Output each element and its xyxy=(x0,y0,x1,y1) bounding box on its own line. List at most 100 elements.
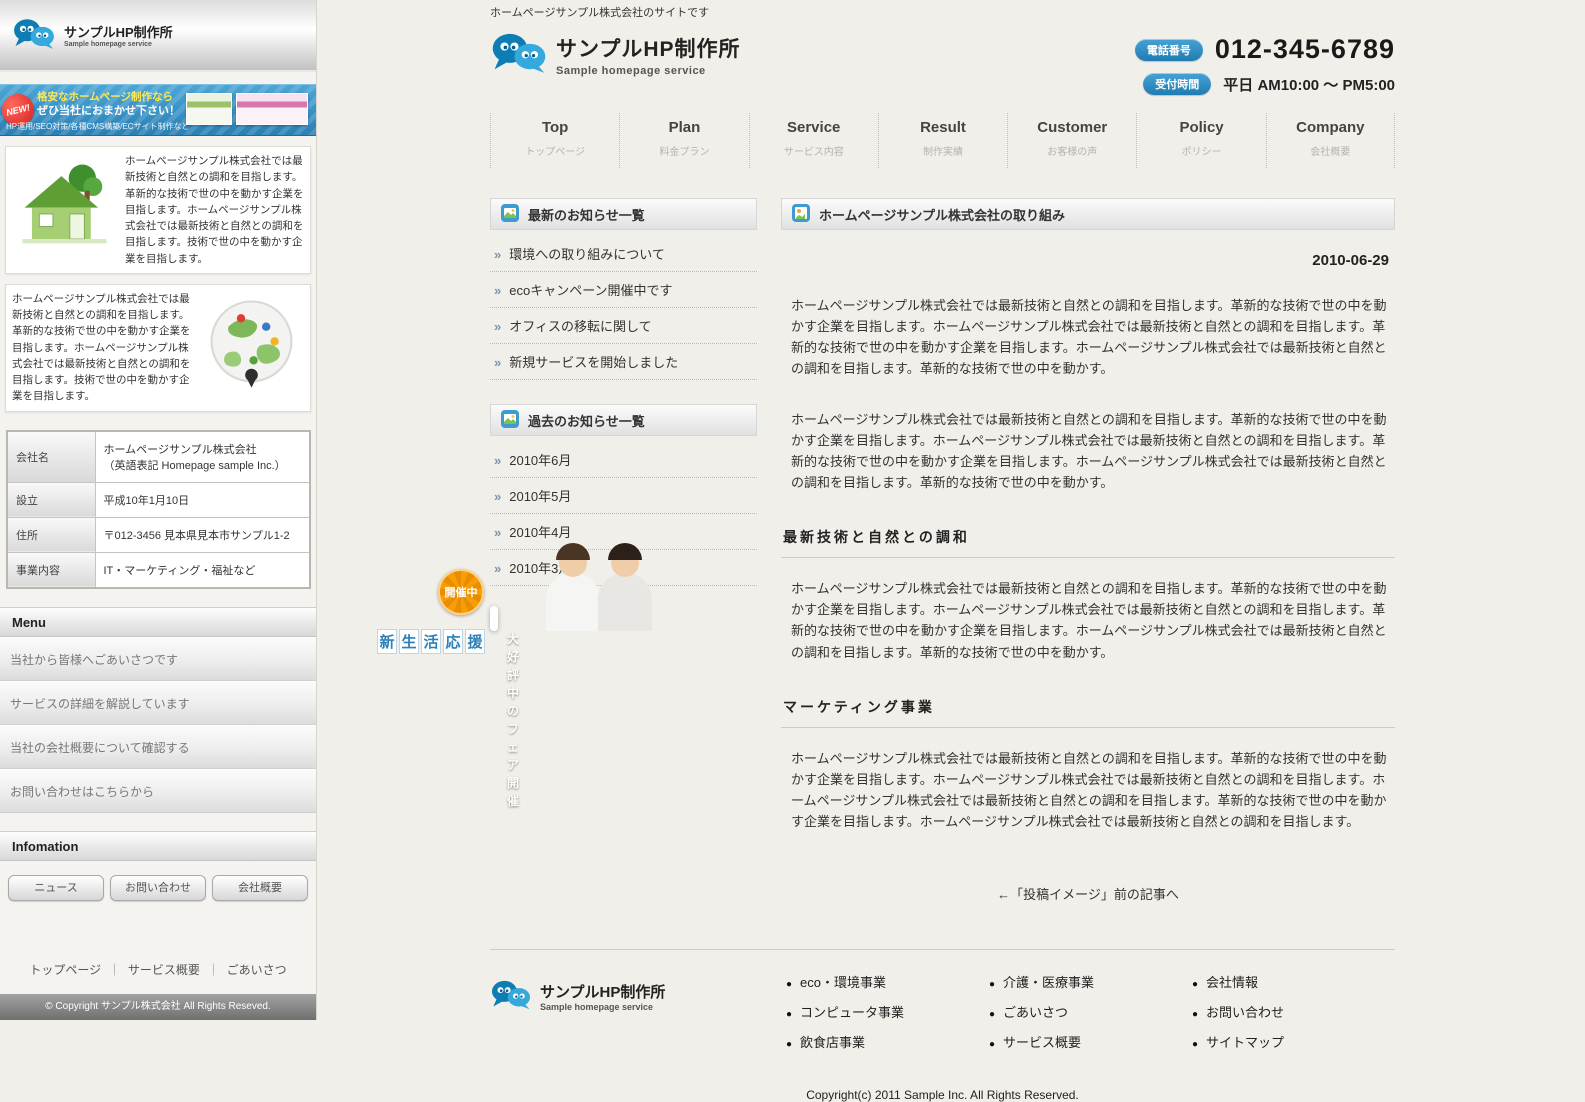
sidebar-link-greeting[interactable]: ごあいさつ xyxy=(227,963,287,977)
list-item: ● 飲食店事業 xyxy=(786,1032,989,1051)
news-link[interactable]: オフィスの移転に関して xyxy=(509,316,651,335)
ad-services-list: HP運用/SEO対策/各種CMS構築/ECサイト制作など xyxy=(6,121,190,132)
bullet-icon: ● xyxy=(989,1009,995,1020)
header-logo[interactable]: サンプルHP制作所 Sample homepage service xyxy=(490,30,741,79)
separator: ｜ xyxy=(109,963,121,977)
sidebar-intro-box-2: ホームページサンプル株式会社では最新技術と自然との調和を目指します。革新的な技術… xyxy=(5,284,311,412)
footer-link[interactable]: ごあいさつ xyxy=(1003,1002,1068,1021)
brand-logo-icon xyxy=(490,30,548,79)
footer-links-col-2: ● 介護・医療事業 ● ごあいさつ ● サービス概要 xyxy=(989,972,1192,1062)
sidebar-link-top[interactable]: トップページ xyxy=(29,963,101,977)
table-row: 事業内容 IT・マーケティング・福祉など xyxy=(7,552,310,588)
footer-link[interactable]: eco・環境事業 xyxy=(800,972,886,991)
business-label: 事業内容 xyxy=(7,552,95,588)
article-header: ホームページサンプル株式会社の取り組み xyxy=(781,198,1395,230)
bullet-icon: ● xyxy=(786,1009,792,1020)
ad-thumbnails xyxy=(186,93,308,125)
archive-link[interactable]: 2010年6月 xyxy=(509,450,571,469)
main-area: ホームページサンプル株式会社のサイトです サンプルHP制作所 Sample ho… xyxy=(490,0,1395,1102)
sidebar-menu-item-contact[interactable]: お問い合わせはこちらから xyxy=(0,769,316,813)
article-column: ホームページサンプル株式会社の取り組み 2010-06-29 ホームページサンプ… xyxy=(781,198,1395,913)
sidebar-copyright: © Copyright サンプル株式会社 All Rights Reseved. xyxy=(0,994,316,1020)
double-chevron-icon: » xyxy=(494,561,501,576)
footer-link[interactable]: コンピュータ事業 xyxy=(800,1002,904,1021)
news-button[interactable]: ニュース xyxy=(8,875,104,901)
brand-name: サンプルHP制作所 xyxy=(556,33,741,63)
campaign-banner[interactable]: 大好評中の フェア開催 新 生 活 応 援 開催中 xyxy=(490,606,498,631)
footer-link[interactable]: 介護・医療事業 xyxy=(1003,972,1094,991)
sidebar-logo[interactable]: サンプルHP制作所 Sample homepage service xyxy=(0,0,316,72)
address-value: 〒012-3456 見本県見本市サンプル1-2 xyxy=(95,517,310,552)
ad-thumbnail-green xyxy=(186,93,232,125)
nav-item-company[interactable]: Company 会社概要 xyxy=(1266,113,1395,168)
prev-post-link[interactable]: ←「投稿イメージ」前の記事へ xyxy=(997,887,1179,902)
nav-item-result[interactable]: Result 制作実績 xyxy=(878,113,1007,168)
nav-item-customer[interactable]: Customer お客様の声 xyxy=(1007,113,1136,168)
list-item: »2010年5月 xyxy=(490,478,757,514)
company-button[interactable]: 会社概要 xyxy=(212,875,308,901)
globe-image xyxy=(199,291,304,396)
footer-link[interactable]: サイトマップ xyxy=(1206,1032,1284,1051)
information-buttons: ニュース お問い合わせ 会社概要 xyxy=(0,861,316,907)
article-paragraph: ホームページサンプル株式会社では最新技術と自然との調和を目指します。革新的な技術… xyxy=(791,578,1391,662)
notice-icon xyxy=(500,203,520,226)
notices-column: 最新のお知らせ一覧 »環境への取り組みについて »ecoキャンペーン開催中です … xyxy=(490,198,757,913)
company-info-table: 会社名 ホームページサンプル株式会社 （英語表記 Homepage sample… xyxy=(6,430,311,589)
sidebar-menu-item-greeting[interactable]: 当社から皆様へごあいさつです xyxy=(0,637,316,681)
nav-item-service[interactable]: Service サービス内容 xyxy=(749,113,878,168)
nav-item-top[interactable]: Top トップページ xyxy=(490,113,619,168)
sidebar-brand-tagline: Sample homepage service xyxy=(64,41,173,48)
list-item: ● 介護・医療事業 xyxy=(989,972,1192,991)
latest-news-header: 最新のお知らせ一覧 xyxy=(490,198,757,230)
footer-logo[interactable]: サンプルHP制作所 Sample homepage service xyxy=(490,972,786,1015)
list-item: »ecoキャンペーン開催中です xyxy=(490,272,757,308)
separator: ｜ xyxy=(207,963,219,977)
news-link[interactable]: ecoキャンペーン開催中です xyxy=(509,280,672,299)
sidebar-menu: 当社から皆様へごあいさつです サービスの詳細を解説しています 当社の会社概要につ… xyxy=(0,637,316,813)
bullet-icon: ● xyxy=(786,979,792,990)
company-name-value: ホームページサンプル株式会社 （英語表記 Homepage sample Inc… xyxy=(95,431,310,483)
list-item: »オフィスの移転に関して xyxy=(490,308,757,344)
double-chevron-icon: » xyxy=(494,453,501,468)
sidebar-footer-links: トップページ ｜ サービス概要 ｜ ごあいさつ xyxy=(0,947,316,994)
bullet-icon: ● xyxy=(989,979,995,990)
founded-value: 平成10年1月10日 xyxy=(95,482,310,517)
archive-link[interactable]: 2010年5月 xyxy=(509,486,571,505)
brand-logo-icon xyxy=(490,978,532,1015)
article-icon xyxy=(791,203,811,226)
footer-link[interactable]: サービス概要 xyxy=(1003,1032,1081,1051)
contact-info: 電話番号 012-345-6789 受付時間 平日 AM10:00 ～ PM5:… xyxy=(1135,30,1395,103)
nav-item-policy[interactable]: Policy ポリシー xyxy=(1136,113,1265,168)
ad-thumbnail-pink xyxy=(236,93,308,125)
sidebar-ad-banner[interactable]: NEW! 格安なホームページ制作なら ぜひ当社におまかせ下さい！ HP運用/SE… xyxy=(0,84,316,136)
sidebar-menu-item-company[interactable]: 当社の会社概要について確認する xyxy=(0,725,316,769)
brand-logo-icon xyxy=(12,16,56,55)
list-item: ● コンピュータ事業 xyxy=(786,1002,989,1021)
news-link[interactable]: 新規サービスを開始しました xyxy=(509,352,678,371)
archive-link[interactable]: 2010年4月 xyxy=(509,522,571,541)
menu-heading: Menu xyxy=(0,607,316,637)
article-subheading-marketing: マーケティング事業 xyxy=(781,697,1395,728)
past-news-header: 過去のお知らせ一覧 xyxy=(490,404,757,436)
list-item: » 新規サービスを開始しました xyxy=(490,344,757,380)
news-link[interactable]: 環境への取り組みについて xyxy=(509,244,665,263)
main-nav: Top トップページ Plan 料金プラン Service サービス内容 Res… xyxy=(490,113,1395,168)
table-row: 設立 平成10年1月10日 xyxy=(7,482,310,517)
bullet-icon: ● xyxy=(786,1039,792,1050)
hours-label-badge: 受付時間 xyxy=(1143,73,1211,95)
bullet-icon: ● xyxy=(1192,979,1198,990)
list-item: ● 会社情報 xyxy=(1192,972,1395,991)
footer-link[interactable]: お問い合わせ xyxy=(1206,1002,1284,1021)
bullet-icon: ● xyxy=(1192,1009,1198,1020)
sidebar-brand-name: サンプルHP制作所 xyxy=(64,22,173,41)
sidebar: サンプルHP制作所 Sample homepage service NEW! 格… xyxy=(0,0,317,1020)
contact-button[interactable]: お問い合わせ xyxy=(110,875,206,901)
double-chevron-icon: » xyxy=(494,247,501,262)
sidebar-menu-item-service[interactable]: サービスの詳細を解説しています xyxy=(0,681,316,725)
sidebar-link-service[interactable]: サービス概要 xyxy=(128,963,200,977)
footer-link[interactable]: 飲食店事業 xyxy=(800,1032,865,1051)
business-value: IT・マーケティング・福祉など xyxy=(95,552,310,588)
footer-link[interactable]: 会社情報 xyxy=(1206,972,1258,991)
double-chevron-icon: » xyxy=(494,355,501,370)
nav-item-plan[interactable]: Plan 料金プラン xyxy=(619,113,748,168)
